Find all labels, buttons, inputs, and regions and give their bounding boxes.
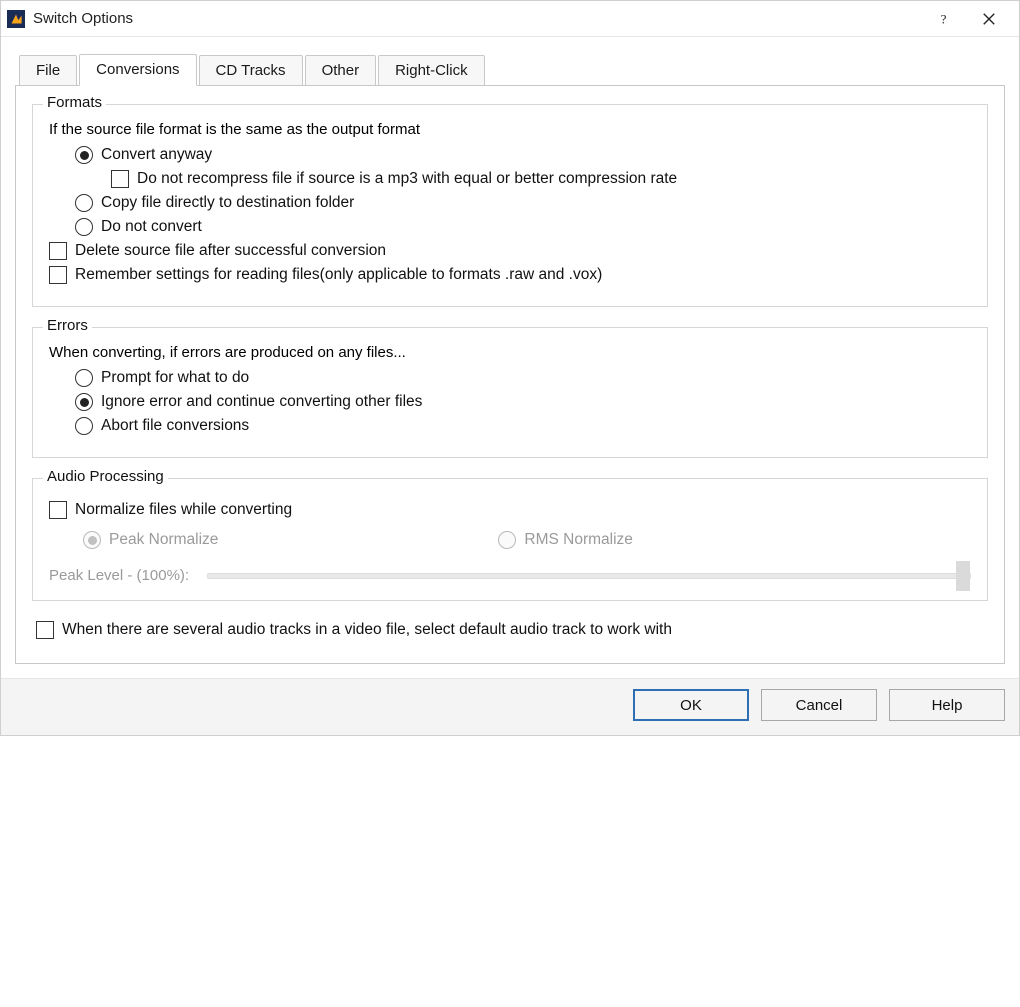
radio-do-not-convert-label: Do not convert (101, 218, 202, 236)
radio-prompt[interactable] (75, 369, 93, 387)
tabpanel-conversions: Formats If the source file format is the… (15, 85, 1005, 664)
help-button[interactable]: ? (923, 4, 967, 34)
app-icon (7, 10, 25, 28)
peak-level-label: Peak Level - (100%): (49, 567, 189, 584)
tab-conversions[interactable]: Conversions (79, 54, 196, 86)
check-dont-recompress-label: Do not recompress file if source is a mp… (137, 170, 677, 188)
tab-cd-tracks[interactable]: CD Tracks (199, 55, 303, 86)
check-remember-settings[interactable] (49, 266, 67, 284)
radio-peak-normalize (83, 531, 101, 549)
button-bar: OK Cancel Help (1, 678, 1019, 735)
close-button[interactable] (967, 4, 1011, 34)
cancel-button[interactable]: Cancel (761, 689, 877, 721)
svg-text:?: ? (941, 12, 947, 26)
group-audio-processing: Audio Processing Normalize files while c… (32, 478, 988, 601)
group-formats: Formats If the source file format is the… (32, 104, 988, 307)
group-legend-audio: Audio Processing (43, 468, 168, 485)
check-delete-source-label: Delete source file after successful conv… (75, 242, 386, 260)
radio-prompt-label: Prompt for what to do (101, 369, 249, 387)
window-title: Switch Options (33, 10, 923, 27)
radio-abort-conversions[interactable] (75, 417, 93, 435)
check-remember-settings-label: Remember settings for reading files(only… (75, 266, 602, 284)
check-delete-source[interactable] (49, 242, 67, 260)
check-normalize[interactable] (49, 501, 67, 519)
check-dont-recompress[interactable] (111, 170, 129, 188)
group-errors: Errors When converting, if errors are pr… (32, 327, 988, 458)
tab-other[interactable]: Other (305, 55, 377, 86)
radio-ignore-errors[interactable] (75, 393, 93, 411)
titlebar: Switch Options ? (1, 1, 1019, 37)
check-default-audio-track-label: When there are several audio tracks in a… (62, 621, 672, 639)
radio-peak-normalize-label: Peak Normalize (109, 531, 218, 549)
group-legend-formats: Formats (43, 94, 106, 111)
slider-thumb-icon (956, 561, 970, 591)
group-legend-errors: Errors (43, 317, 92, 334)
radio-copy-to-destination[interactable] (75, 194, 93, 212)
ok-button[interactable]: OK (633, 689, 749, 721)
peak-level-slider (207, 573, 971, 579)
radio-rms-normalize-label: RMS Normalize (524, 531, 633, 549)
dialog-window: Switch Options ? File Conversions CD Tra… (0, 0, 1020, 736)
dialog-body: File Conversions CD Tracks Other Right-C… (1, 53, 1019, 678)
tab-file[interactable]: File (19, 55, 77, 86)
check-default-audio-track[interactable] (36, 621, 54, 639)
radio-convert-anyway[interactable] (75, 146, 93, 164)
check-normalize-label: Normalize files while converting (75, 501, 292, 519)
radio-convert-anyway-label: Convert anyway (101, 146, 212, 164)
errors-description: When converting, if errors are produced … (49, 344, 971, 361)
help-dialog-button[interactable]: Help (889, 689, 1005, 721)
tabstrip: File Conversions CD Tracks Other Right-C… (15, 53, 1005, 85)
formats-description: If the source file format is the same as… (49, 121, 971, 138)
radio-do-not-convert[interactable] (75, 218, 93, 236)
radio-rms-normalize (498, 531, 516, 549)
radio-copy-to-destination-label: Copy file directly to destination folder (101, 194, 354, 212)
radio-ignore-errors-label: Ignore error and continue converting oth… (101, 393, 422, 411)
radio-abort-conversions-label: Abort file conversions (101, 417, 249, 435)
tab-right-click[interactable]: Right-Click (378, 55, 485, 86)
